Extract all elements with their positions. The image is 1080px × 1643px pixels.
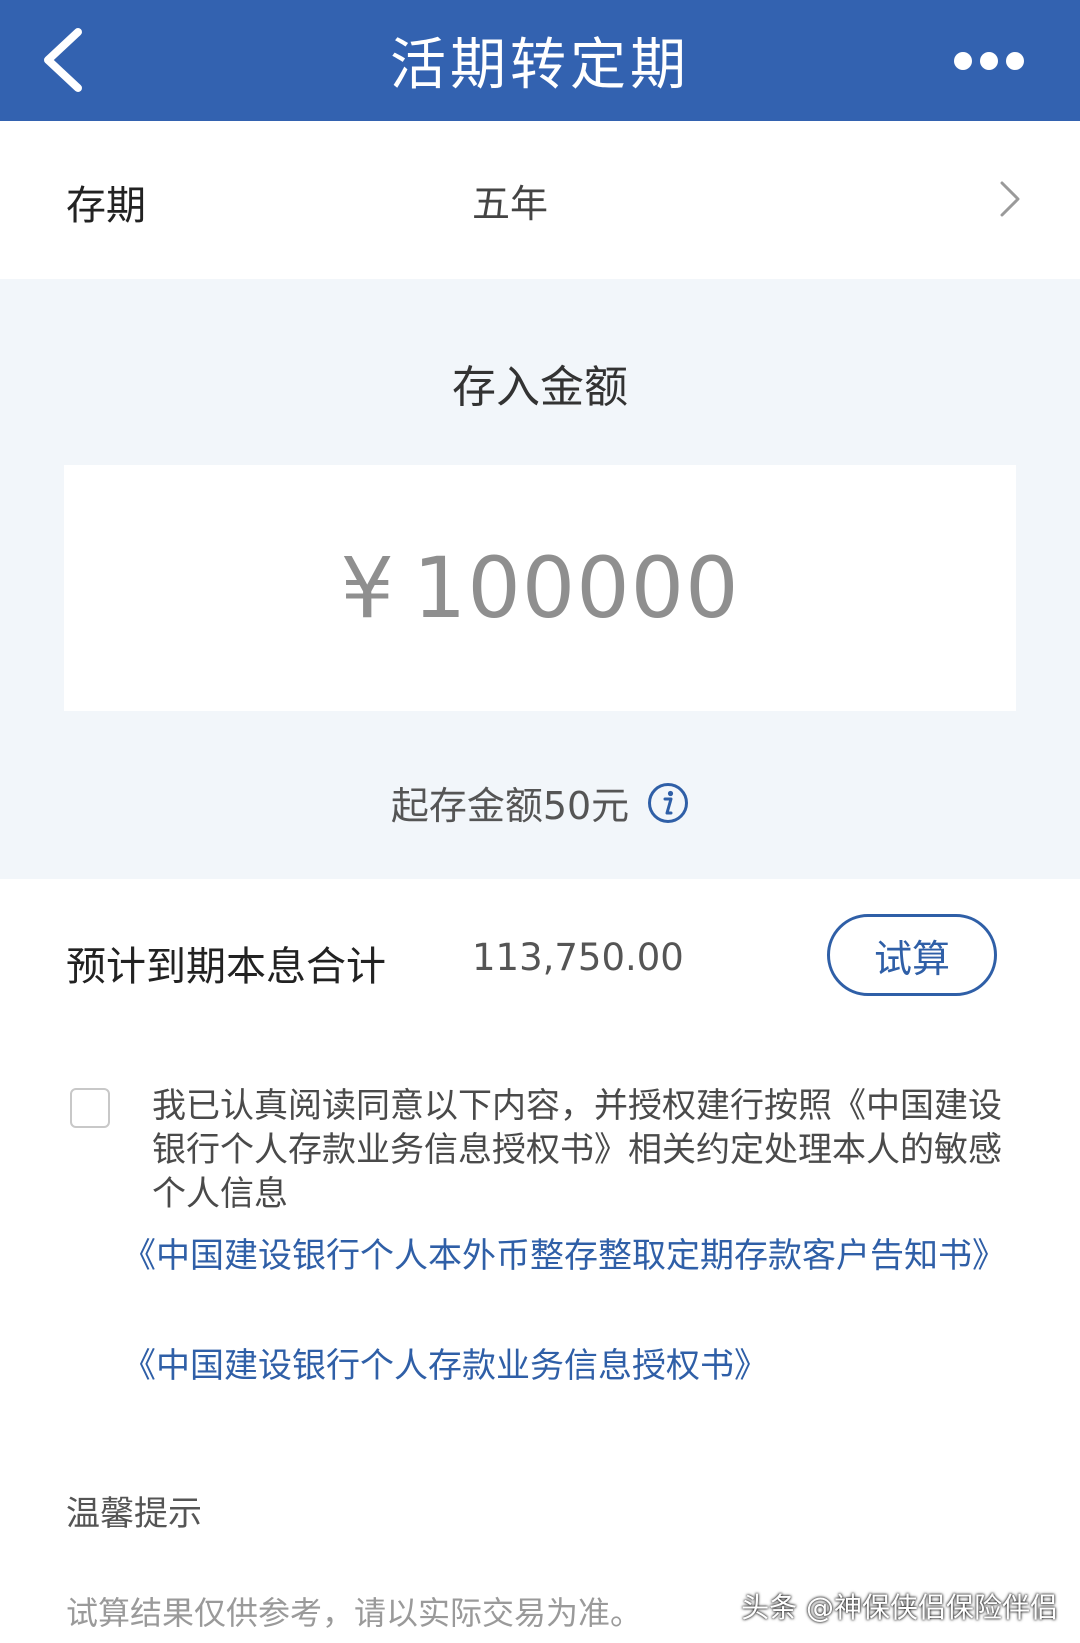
maturity-total-value: 113,750.00	[472, 936, 684, 979]
amount-title: 存入金额	[452, 362, 628, 413]
more-menu-button[interactable]	[954, 48, 1024, 74]
page-title: 活期转定期	[390, 33, 690, 98]
tips-title: 温馨提示	[66, 1494, 202, 1534]
amount-value: 100000	[412, 539, 740, 637]
minimum-deposit-row: 起存金额50元	[0, 775, 1080, 830]
chevron-left-icon	[44, 28, 82, 92]
agreement-checkbox[interactable]	[70, 1088, 110, 1128]
more-dots-icon	[1006, 52, 1024, 70]
watermark: 头条 @神保侠侣保险伴侣	[741, 1591, 1058, 1624]
tips-text: 试算结果仅供参考，请以实际交易为准。	[66, 1594, 643, 1632]
back-button[interactable]	[38, 22, 98, 98]
info-icon[interactable]	[647, 782, 689, 824]
page: 活期转定期 存期 五年 存入金额 ¥100000 起存金额50元 预计到期本息合…	[0, 0, 1080, 1643]
customer-notice-link[interactable]: 《中国建设银行个人本外币整存整取定期存款客户告知书》	[122, 1234, 1022, 1278]
agreement-text: 我已认真阅读同意以下内容，并授权建行按照《中国建设银行个人存款业务信息授权书》相…	[152, 1086, 1002, 1214]
amount-input[interactable]: ¥100000	[64, 465, 1016, 711]
more-dots-icon	[954, 52, 972, 70]
term-label: 存期	[66, 183, 146, 229]
deposit-amount-section: 存入金额 ¥100000 起存金额50元	[0, 279, 1080, 879]
maturity-total-label: 预计到期本息合计	[66, 944, 386, 990]
term-selector[interactable]: 存期 五年	[0, 121, 1080, 279]
info-authorization-link[interactable]: 《中国建设银行个人存款业务信息授权书》	[122, 1344, 1022, 1388]
calculate-button[interactable]: 试算	[827, 914, 997, 996]
minimum-deposit-text: 起存金额50元	[390, 784, 630, 828]
term-value: 五年	[472, 182, 549, 226]
currency-symbol: ¥	[340, 539, 395, 637]
more-dots-icon	[980, 52, 998, 70]
amount-display: ¥100000	[340, 539, 739, 637]
chevron-right-icon	[1000, 181, 1020, 217]
top-nav-bar: 活期转定期	[0, 0, 1080, 121]
